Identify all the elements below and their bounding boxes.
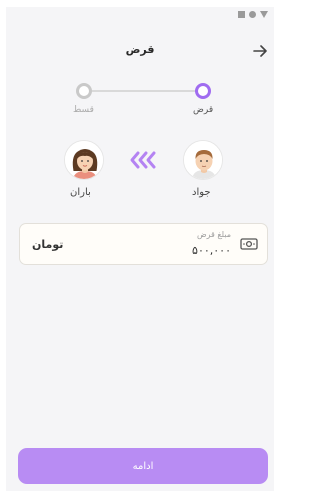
triple-chevron-left-icon [130, 151, 156, 169]
page-title: قرض [125, 43, 155, 56]
receiver-avatar [64, 140, 104, 180]
loan-amount-field[interactable]: مبلغ قرض ۵۰۰,۰۰۰ تومان [19, 223, 268, 265]
step-dot-loan [195, 83, 211, 99]
receiver-name: باران [70, 187, 91, 198]
stepper: قرض قسط [6, 83, 274, 123]
step-label-loan: قرض [193, 105, 214, 115]
transfer-direction [129, 150, 159, 170]
step-label-installment: قسط [73, 105, 94, 115]
status-bar [238, 11, 268, 18]
continue-button[interactable]: ادامه [18, 448, 268, 484]
female-avatar-icon [65, 141, 103, 179]
circle-icon [249, 11, 256, 18]
app-frame: قرض قرض قسط جواد باران مبلغ قرض ۵۰۰,۰۰۰ … [6, 7, 274, 491]
loan-amount-caption: مبلغ قرض [196, 230, 231, 239]
sender-avatar [183, 140, 223, 180]
loan-amount-value: ۵۰۰,۰۰۰ [192, 244, 231, 257]
sender-name: جواد [192, 187, 211, 198]
step-dot-installment [76, 83, 92, 99]
money-icon [240, 238, 258, 250]
square-icon [238, 11, 245, 18]
stepper-line [88, 90, 200, 92]
male-avatar-icon [184, 141, 222, 179]
currency-unit: تومان [32, 238, 64, 251]
triangle-icon [260, 11, 268, 18]
